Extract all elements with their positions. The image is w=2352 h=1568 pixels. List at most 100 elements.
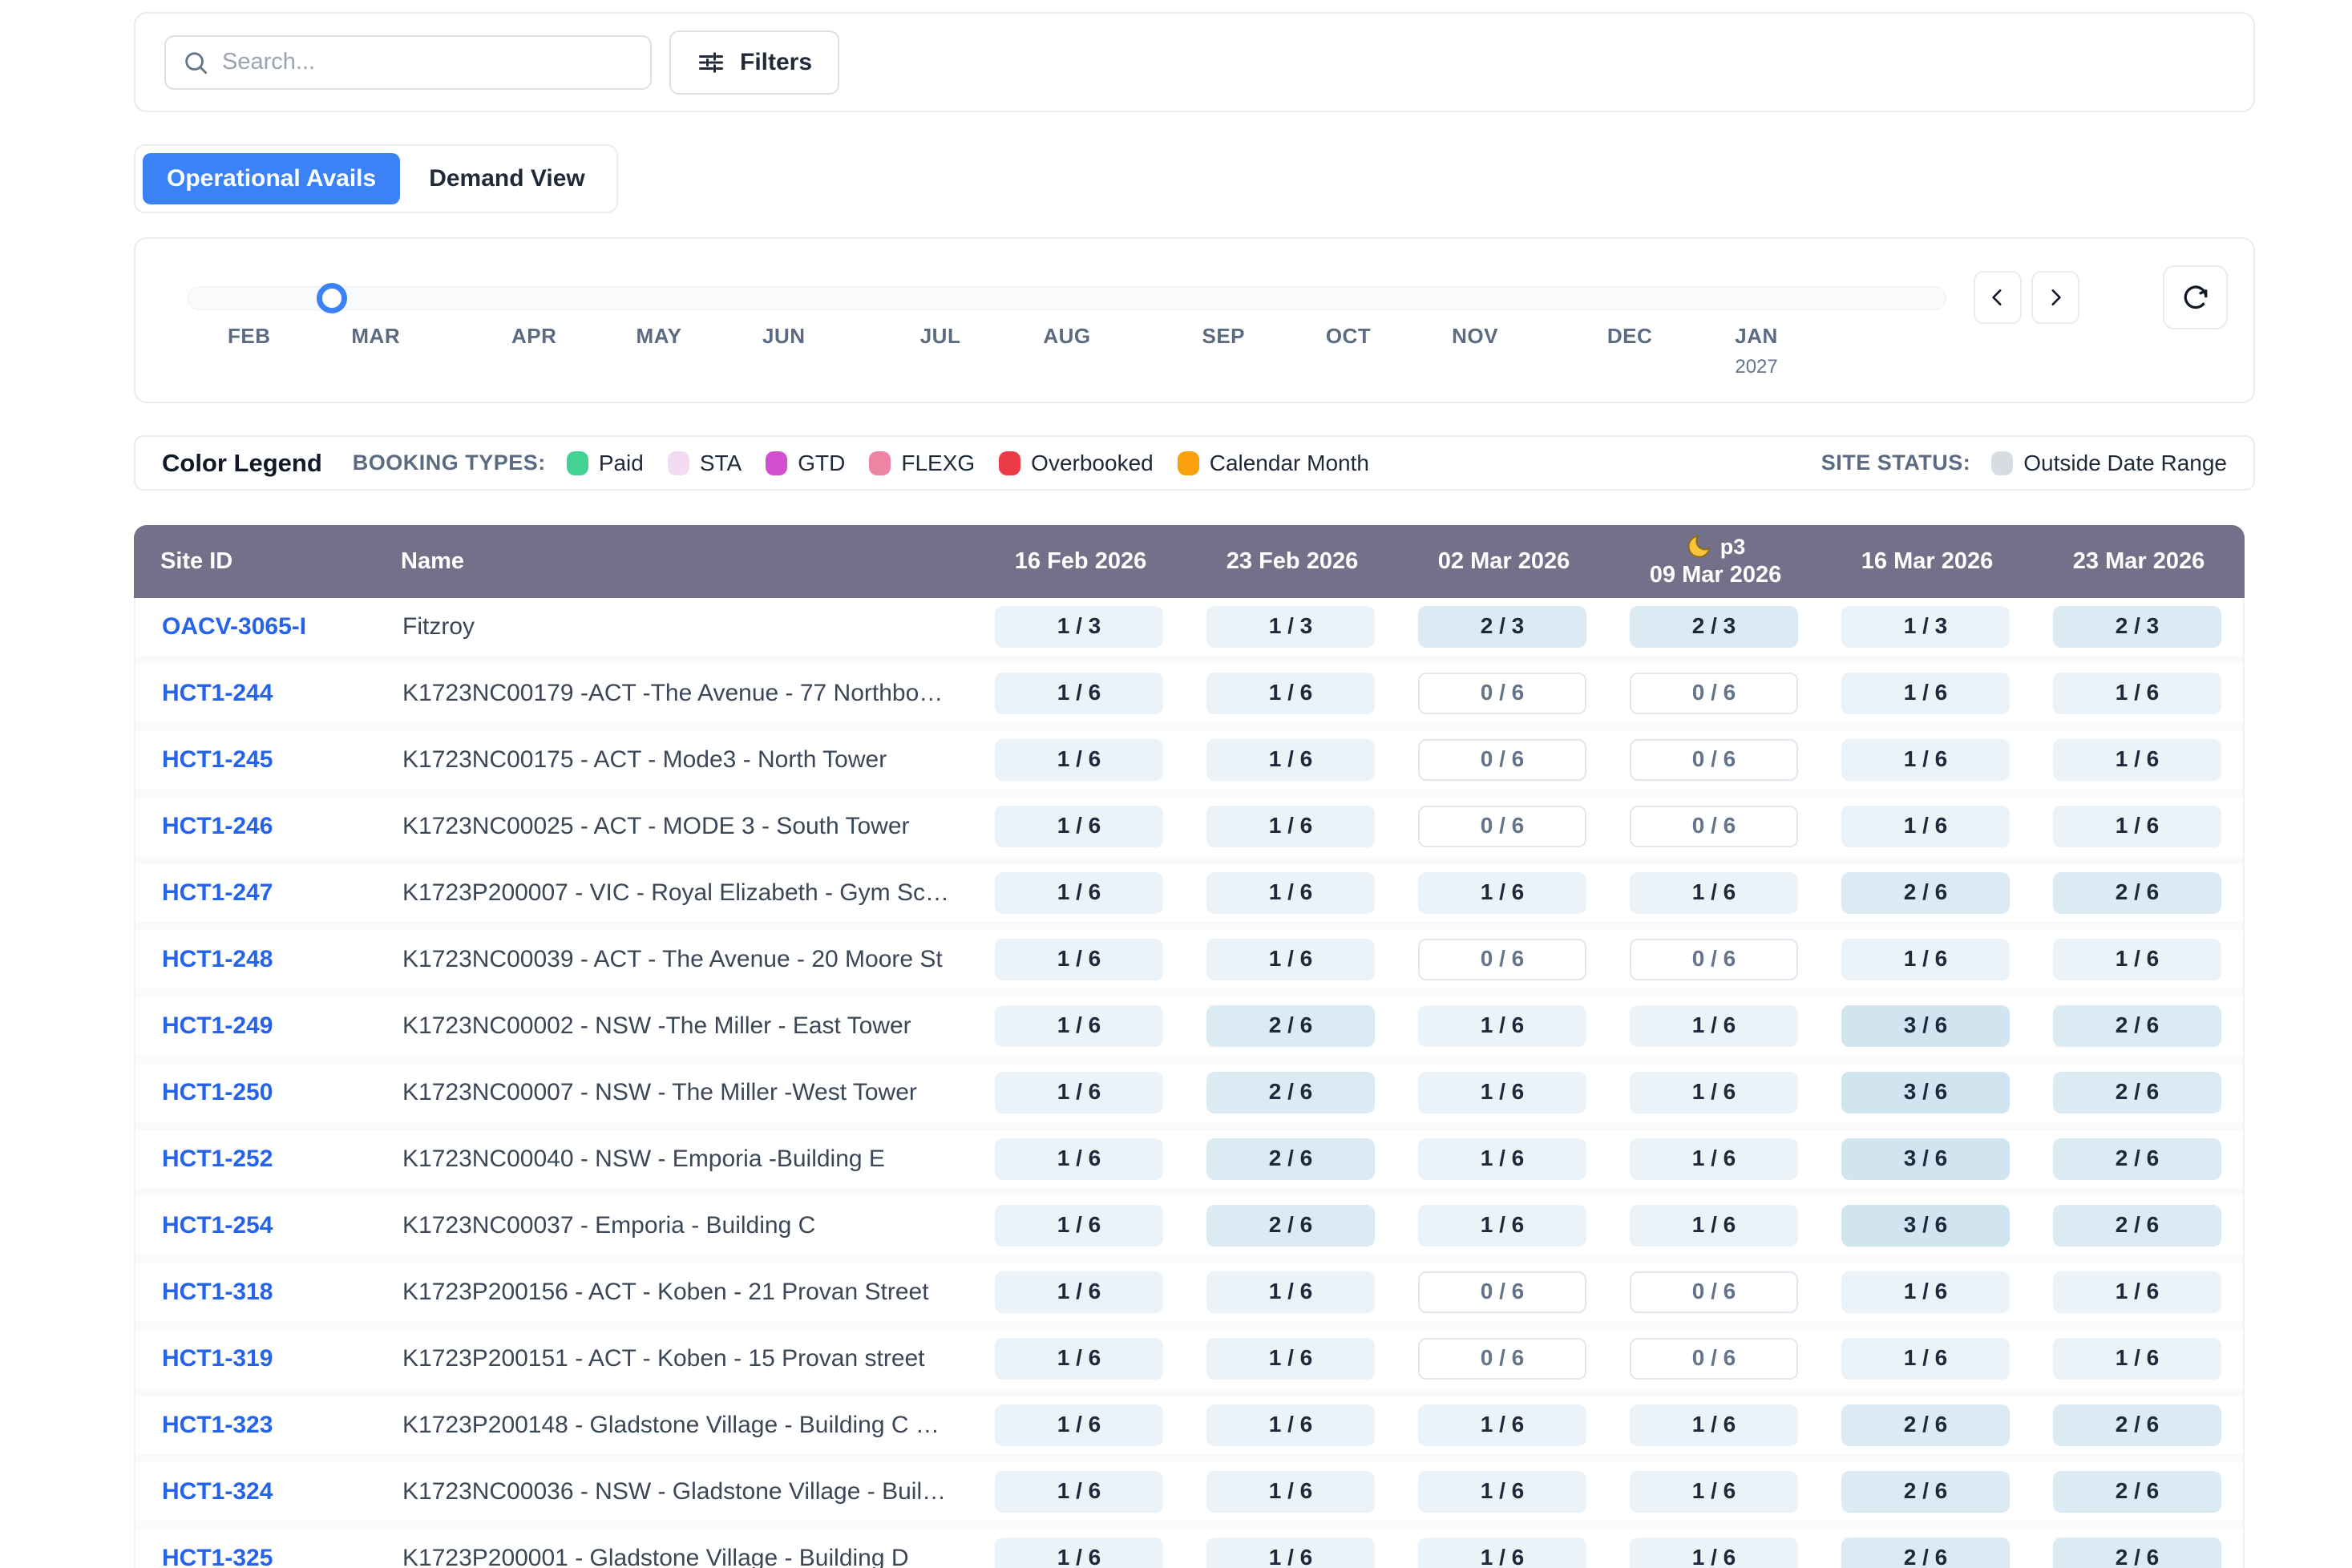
avail-cell[interactable]: 1 / 6	[1630, 872, 1798, 914]
avail-cell[interactable]: 1 / 6	[1841, 739, 2010, 781]
site-id-link[interactable]: OACV-3065-I	[162, 613, 306, 640]
avail-cell[interactable]: 1 / 6	[1418, 1138, 1586, 1180]
timeline-slider-handle[interactable]	[317, 283, 347, 313]
avail-cell[interactable]: 1 / 6	[995, 1072, 1163, 1113]
timeline-slider-track[interactable]	[188, 286, 1946, 310]
site-id-link[interactable]: HCT1-246	[162, 813, 273, 839]
avail-cell[interactable]: 1 / 6	[1418, 1538, 1586, 1568]
site-id-link[interactable]: HCT1-324	[162, 1478, 273, 1505]
avail-cell[interactable]: 2 / 6	[2053, 1205, 2221, 1247]
avail-cell[interactable]: 1 / 6	[995, 1338, 1163, 1380]
avail-cell[interactable]: 0 / 6	[1418, 739, 1586, 781]
avail-cell[interactable]: 1 / 6	[995, 872, 1163, 914]
refresh-button[interactable]	[2163, 265, 2228, 329]
avail-cell[interactable]: 1 / 6	[1630, 1471, 1798, 1513]
avail-cell[interactable]: 2 / 3	[1418, 606, 1586, 648]
search-input[interactable]	[222, 49, 634, 75]
avail-cell[interactable]: 2 / 6	[1206, 1005, 1375, 1047]
avail-cell[interactable]: 1 / 6	[1206, 1404, 1375, 1446]
avail-cell[interactable]: 0 / 6	[1630, 939, 1798, 980]
avail-cell[interactable]: 1 / 6	[1841, 939, 2010, 980]
avail-cell[interactable]: 1 / 6	[1206, 1471, 1375, 1513]
site-id-link[interactable]: HCT1-254	[162, 1212, 273, 1239]
avail-cell[interactable]: 2 / 6	[1841, 872, 2010, 914]
avail-cell[interactable]: 2 / 6	[1206, 1072, 1375, 1113]
avail-cell[interactable]: 2 / 6	[1206, 1205, 1375, 1247]
avail-cell[interactable]: 2 / 6	[2053, 1471, 2221, 1513]
avail-cell[interactable]: 1 / 6	[995, 1271, 1163, 1313]
avail-cell[interactable]: 2 / 6	[1206, 1138, 1375, 1180]
avail-cell[interactable]: 2 / 6	[2053, 1404, 2221, 1446]
avail-cell[interactable]: 1 / 6	[1418, 872, 1586, 914]
site-id-link[interactable]: HCT1-319	[162, 1345, 273, 1372]
site-id-link[interactable]: HCT1-249	[162, 1012, 273, 1039]
avail-cell[interactable]: 1 / 6	[2053, 939, 2221, 980]
avail-cell[interactable]: 1 / 6	[1206, 1271, 1375, 1313]
avail-cell[interactable]: 1 / 6	[1630, 1005, 1798, 1047]
avail-cell[interactable]: 1 / 6	[2053, 739, 2221, 781]
timeline-next-button[interactable]	[2031, 271, 2079, 324]
avail-cell[interactable]: 3 / 6	[1841, 1205, 2010, 1247]
avail-cell[interactable]: 2 / 6	[1841, 1404, 2010, 1446]
avail-cell[interactable]: 2 / 6	[2053, 1005, 2221, 1047]
avail-cell[interactable]: 1 / 6	[1630, 1138, 1798, 1180]
avail-cell[interactable]: 0 / 6	[1630, 1271, 1798, 1313]
avail-cell[interactable]: 2 / 6	[1841, 1538, 2010, 1568]
avail-cell[interactable]: 0 / 6	[1418, 1338, 1586, 1380]
avail-cell[interactable]: 1 / 6	[995, 1205, 1163, 1247]
avail-cell[interactable]: 0 / 6	[1630, 739, 1798, 781]
timeline-prev-button[interactable]	[1974, 271, 2022, 324]
avail-cell[interactable]: 3 / 6	[1841, 1138, 2010, 1180]
avail-cell[interactable]: 1 / 6	[1841, 673, 2010, 714]
tab-demand-view[interactable]: Demand View	[405, 153, 609, 204]
avail-cell[interactable]: 1 / 6	[1206, 939, 1375, 980]
avail-cell[interactable]: 1 / 6	[995, 1538, 1163, 1568]
avail-cell[interactable]: 1 / 6	[1630, 1072, 1798, 1113]
avail-cell[interactable]: 3 / 6	[1841, 1072, 2010, 1113]
avail-cell[interactable]: 1 / 6	[2053, 1271, 2221, 1313]
avail-cell[interactable]: 0 / 6	[1418, 673, 1586, 714]
avail-cell[interactable]: 1 / 6	[1841, 806, 2010, 847]
site-id-link[interactable]: HCT1-325	[162, 1545, 273, 1568]
avail-cell[interactable]: 2 / 6	[2053, 1538, 2221, 1568]
avail-cell[interactable]: 1 / 6	[1206, 872, 1375, 914]
tab-operational-avails[interactable]: Operational Avails	[143, 153, 400, 204]
avail-cell[interactable]: 0 / 6	[1630, 673, 1798, 714]
avail-cell[interactable]: 2 / 6	[2053, 1138, 2221, 1180]
avail-cell[interactable]: 1 / 6	[995, 1404, 1163, 1446]
avail-cell[interactable]: 1 / 6	[1418, 1471, 1586, 1513]
avail-cell[interactable]: 1 / 3	[995, 606, 1163, 648]
avail-cell[interactable]: 1 / 6	[2053, 673, 2221, 714]
avail-cell[interactable]: 1 / 6	[1630, 1404, 1798, 1446]
avail-cell[interactable]: 1 / 6	[995, 1138, 1163, 1180]
avail-cell[interactable]: 1 / 6	[1418, 1005, 1586, 1047]
site-id-link[interactable]: HCT1-250	[162, 1079, 273, 1105]
avail-cell[interactable]: 1 / 6	[2053, 806, 2221, 847]
avail-cell[interactable]: 0 / 6	[1418, 806, 1586, 847]
site-id-link[interactable]: HCT1-248	[162, 946, 273, 972]
site-id-link[interactable]: HCT1-252	[162, 1146, 273, 1172]
avail-cell[interactable]: 1 / 6	[995, 1471, 1163, 1513]
site-id-link[interactable]: HCT1-244	[162, 680, 273, 706]
avail-cell[interactable]: 3 / 6	[1841, 1005, 2010, 1047]
avail-cell[interactable]: 1 / 6	[995, 739, 1163, 781]
avail-cell[interactable]: 1 / 3	[1841, 606, 2010, 648]
avail-cell[interactable]: 1 / 6	[1206, 806, 1375, 847]
avail-cell[interactable]: 1 / 3	[1206, 606, 1375, 648]
site-id-link[interactable]: HCT1-245	[162, 746, 273, 773]
avail-cell[interactable]: 0 / 6	[1418, 1271, 1586, 1313]
avail-cell[interactable]: 0 / 6	[1418, 939, 1586, 980]
avail-cell[interactable]: 1 / 6	[1206, 1538, 1375, 1568]
site-id-link[interactable]: HCT1-247	[162, 879, 273, 906]
avail-cell[interactable]: 2 / 6	[2053, 872, 2221, 914]
avail-cell[interactable]: 1 / 6	[1206, 739, 1375, 781]
avail-cell[interactable]: 1 / 6	[1206, 673, 1375, 714]
avail-cell[interactable]: 1 / 6	[2053, 1338, 2221, 1380]
avail-cell[interactable]: 2 / 3	[2053, 606, 2221, 648]
avail-cell[interactable]: 2 / 6	[2053, 1072, 2221, 1113]
avail-cell[interactable]: 2 / 3	[1630, 606, 1798, 648]
avail-cell[interactable]: 1 / 6	[1206, 1338, 1375, 1380]
avail-cell[interactable]: 1 / 6	[1841, 1338, 2010, 1380]
search-box[interactable]	[164, 35, 652, 90]
avail-cell[interactable]: 1 / 6	[1630, 1538, 1798, 1568]
